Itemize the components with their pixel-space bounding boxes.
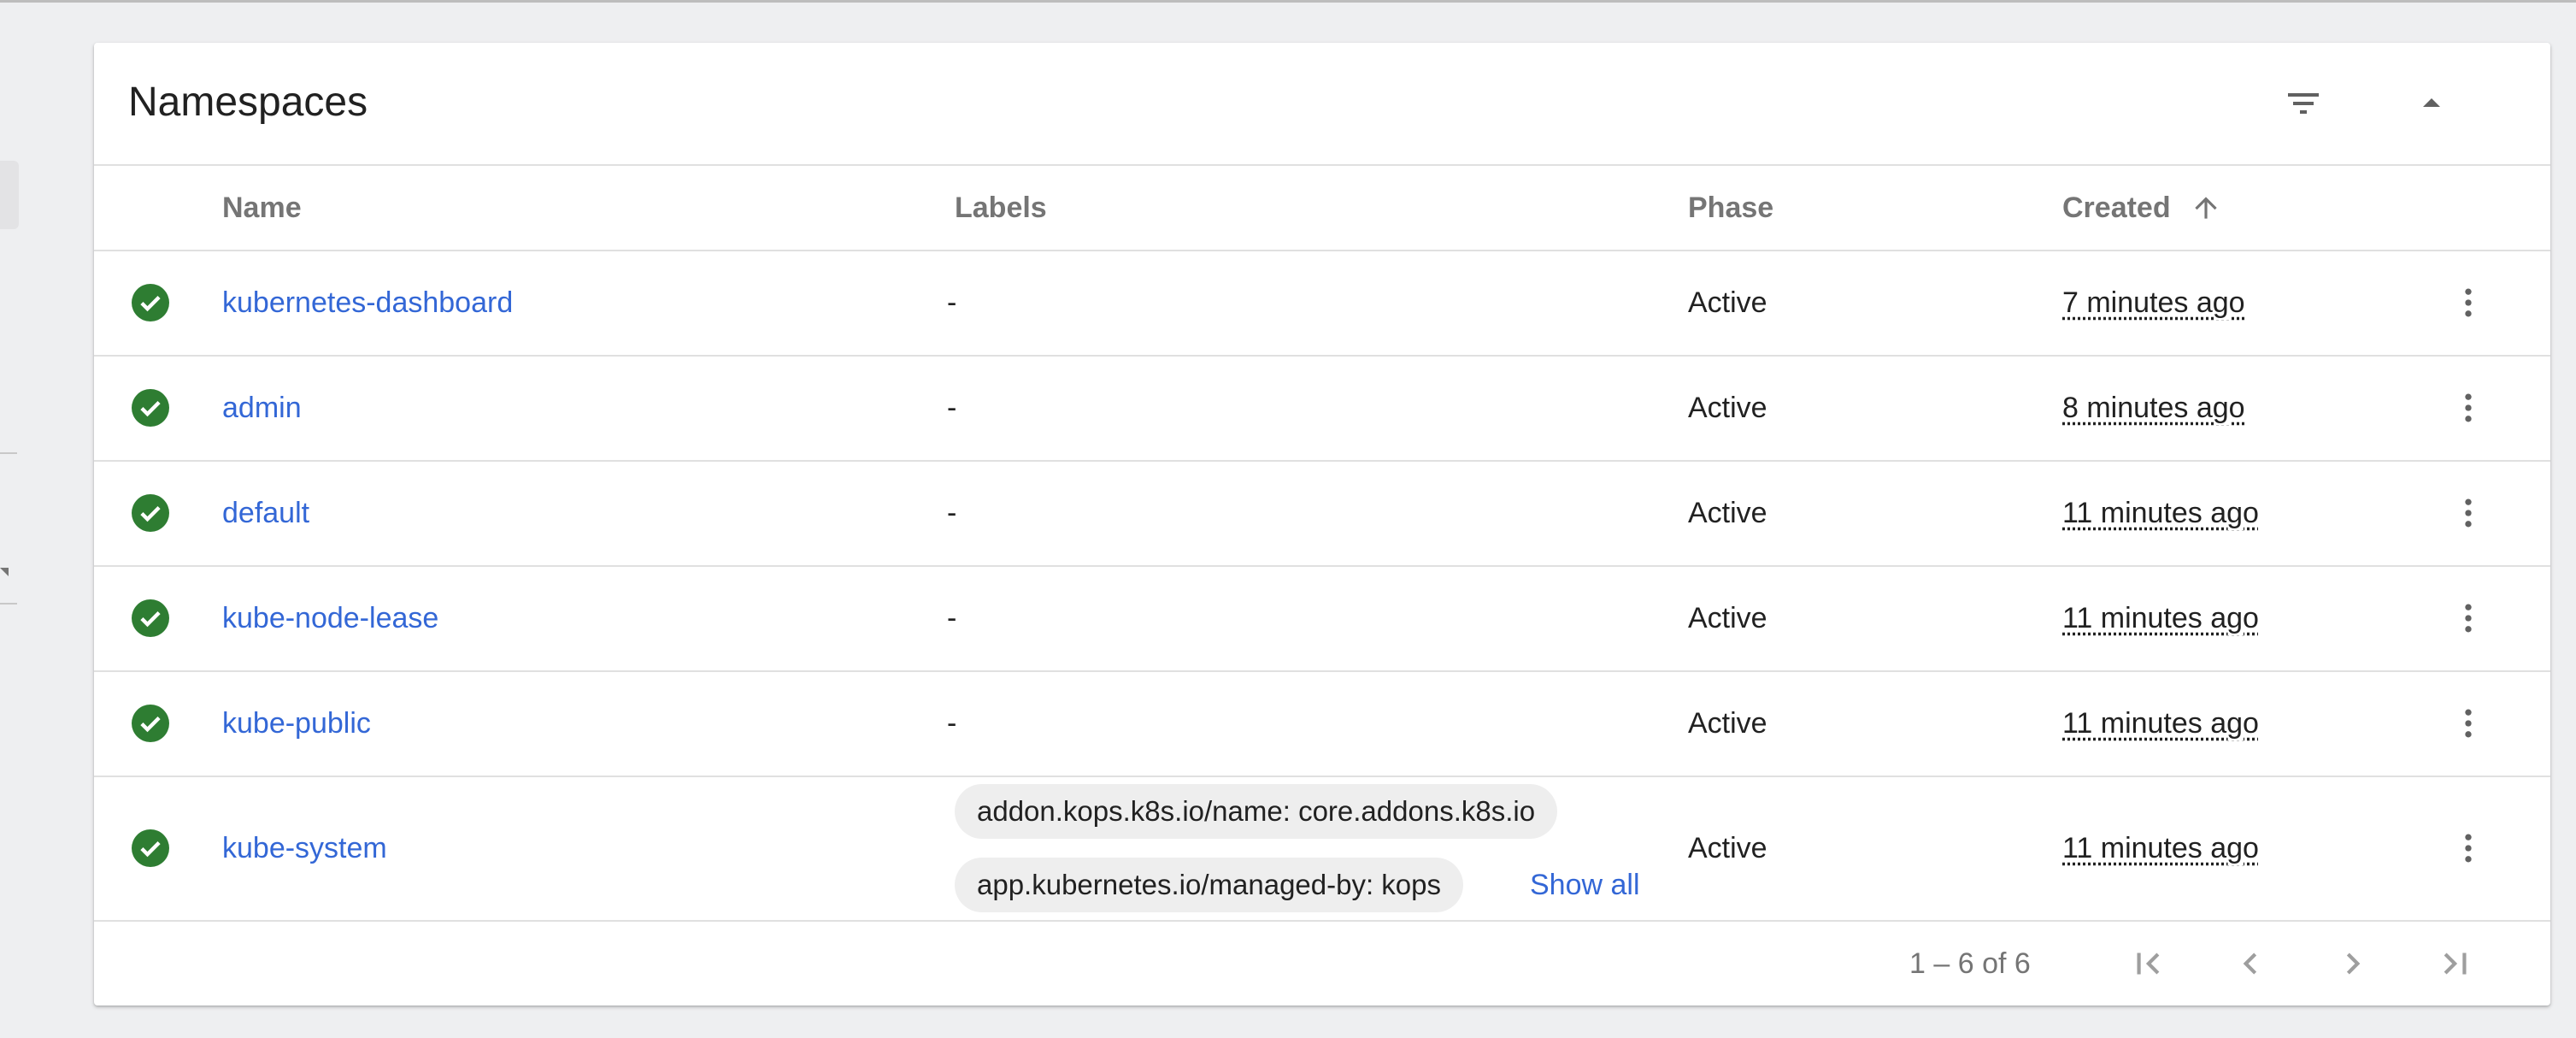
created-cell[interactable]: 8 minutes ago <box>2062 391 2245 425</box>
namespace-link[interactable]: kube-system <box>222 831 387 865</box>
more-vert-icon <box>2465 393 2472 422</box>
column-header-created-label: Created <box>2062 192 2171 224</box>
row-menu-button[interactable] <box>2443 382 2494 433</box>
phase-cell: Active <box>1688 497 1767 529</box>
table-row: default - Active 11 minutes ago <box>94 462 2550 567</box>
labels-cell: - <box>947 602 957 634</box>
row-menu-button[interactable] <box>2443 277 2494 328</box>
column-header-created[interactable]: Created <box>2062 166 2222 250</box>
created-cell[interactable]: 11 minutes ago <box>2062 706 2259 740</box>
table-row: admin - Active 8 minutes ago <box>94 357 2550 462</box>
column-header-labels[interactable]: Labels <box>955 166 1047 250</box>
phase-cell: Active <box>1688 392 1767 424</box>
last-page-button[interactable] <box>2426 934 2485 994</box>
paginator-range-label: 1 – 6 of 6 <box>1909 947 2031 980</box>
check-circle-icon <box>132 599 169 637</box>
created-cell[interactable]: 11 minutes ago <box>2062 831 2259 865</box>
collapse-button[interactable] <box>2393 65 2470 142</box>
table-row: kube-public - Active 11 minutes ago <box>94 672 2550 777</box>
created-cell[interactable]: 11 minutes ago <box>2062 601 2259 635</box>
paginator: 1 – 6 of 6 <box>94 922 2550 1006</box>
label-chip: app.kubernetes.io/managed-by: kops <box>955 858 1464 912</box>
check-circle-icon <box>132 389 169 427</box>
previous-page-button[interactable] <box>2220 934 2280 994</box>
sidebar-caret-icon <box>0 568 9 576</box>
row-menu-button[interactable] <box>2443 823 2494 874</box>
table-row: kubernetes-dashboard - Active 7 minutes … <box>94 251 2550 357</box>
namespace-link[interactable]: default <box>222 496 309 530</box>
sidebar-divider <box>0 452 17 454</box>
check-circle-icon <box>132 494 169 532</box>
labels-cell: - <box>947 707 957 740</box>
labels-cell: - <box>947 392 957 424</box>
filter-button[interactable] <box>2265 65 2342 142</box>
table-row: kube-system addon.kops.k8s.io/name: core… <box>94 777 2550 922</box>
first-page-icon <box>2137 952 2160 975</box>
phase-cell: Active <box>1688 602 1767 634</box>
check-circle-icon <box>132 705 169 742</box>
check-circle-icon <box>132 284 169 321</box>
column-header-phase[interactable]: Phase <box>1688 166 1773 250</box>
chevron-right-icon <box>2346 952 2361 975</box>
more-vert-icon <box>2465 604 2472 633</box>
show-all-labels-link[interactable]: Show all <box>1530 868 1640 902</box>
namespace-link[interactable]: kubernetes-dashboard <box>222 286 513 320</box>
row-menu-button[interactable] <box>2443 487 2494 539</box>
more-vert-icon <box>2465 288 2472 317</box>
phase-cell: Active <box>1688 707 1767 740</box>
phase-cell: Active <box>1688 286 1767 319</box>
namespace-link[interactable]: kube-node-lease <box>222 601 438 635</box>
table-row: kube-node-lease - Active 11 minutes ago <box>94 567 2550 672</box>
row-menu-button[interactable] <box>2443 698 2494 749</box>
arrow-drop-up-icon <box>2423 98 2440 107</box>
namespace-link[interactable]: admin <box>222 391 302 425</box>
namespace-link[interactable]: kube-public <box>222 706 371 740</box>
card-title: Namespaces <box>128 80 368 125</box>
created-cell[interactable]: 11 minutes ago <box>2062 496 2259 530</box>
label-chip: addon.kops.k8s.io/name: core.addons.k8s.… <box>955 784 1558 839</box>
more-vert-icon <box>2465 834 2472 863</box>
more-vert-icon <box>2465 709 2472 738</box>
column-header-name[interactable]: Name <box>222 166 302 250</box>
card-header: Namespaces <box>94 43 2550 166</box>
check-circle-icon <box>132 829 169 867</box>
filter-list-icon <box>2288 93 2319 114</box>
labels-cell: - <box>947 286 957 319</box>
arrow-upward-icon <box>2194 197 2217 219</box>
sidebar-fragment <box>0 161 19 229</box>
chevron-left-icon <box>2243 952 2257 975</box>
namespaces-card: Namespaces Name Labels Phase Created kub… <box>94 43 2550 1006</box>
more-vert-icon <box>2465 498 2472 528</box>
sidebar-divider <box>0 603 17 605</box>
last-page-icon <box>2444 952 2467 975</box>
row-menu-button[interactable] <box>2443 593 2494 644</box>
top-edge <box>0 0 2576 3</box>
table-header: Name Labels Phase Created <box>94 166 2550 251</box>
first-page-button[interactable] <box>2118 934 2178 994</box>
next-page-button[interactable] <box>2323 934 2383 994</box>
created-cell[interactable]: 7 minutes ago <box>2062 286 2245 320</box>
phase-cell: Active <box>1688 832 1767 864</box>
labels-cell: - <box>947 497 957 529</box>
